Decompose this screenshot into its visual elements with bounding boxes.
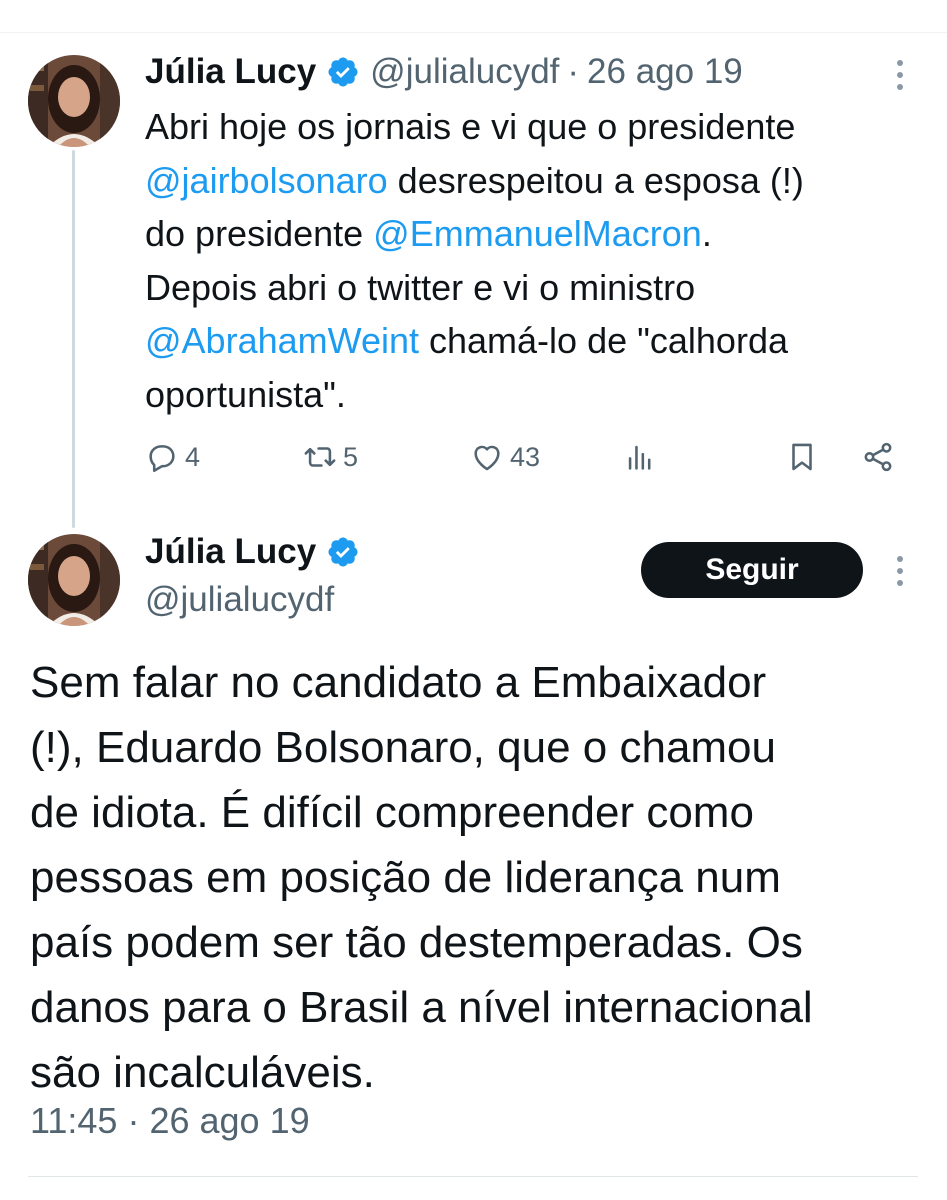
views-button[interactable] — [623, 440, 657, 474]
bookmark-icon — [792, 443, 812, 471]
reply-button[interactable]: 4 — [145, 440, 200, 474]
tweet2-header: Júlia Lucy — [145, 532, 360, 572]
author-name[interactable]: Júlia Lucy — [145, 52, 316, 92]
separator-dot: · — [127, 1100, 140, 1141]
top-divider — [0, 32, 947, 33]
share-icon — [864, 442, 892, 472]
tweet-text-line: Sem falar no candidato a Embaixador — [30, 658, 767, 707]
thread-connector-line — [72, 150, 75, 528]
separator-dot: · — [567, 52, 580, 91]
tweet-timestamp[interactable]: 11:45 · 26 ago 19 — [30, 1100, 310, 1142]
tweet-text-fragment: chamá-lo de "calhorda — [419, 320, 788, 361]
author-handle[interactable]: @julialucydf — [145, 580, 334, 620]
tweet-date[interactable]: 26 ago 19 — [587, 52, 743, 92]
retweet-count: 5 — [343, 441, 359, 472]
tweet-text-fragment: . — [701, 213, 712, 254]
tweet2-text: Sem falar no candidato a Embaixador (!),… — [30, 650, 920, 1105]
tweet-text-line: Abri hoje os jornais e vi que o presiden… — [145, 106, 796, 147]
like-count: 43 — [510, 441, 541, 472]
reply-count: 4 — [185, 441, 201, 472]
tweet1-text: Abri hoje os jornais e vi que o presiden… — [145, 100, 925, 421]
more-options-icon[interactable] — [890, 60, 910, 90]
avatar[interactable] — [28, 534, 120, 626]
author-handle[interactable]: @julialucydf — [370, 52, 559, 92]
tweet-text-line: @AbrahamWeint chamá-lo de "calhorda — [145, 314, 925, 368]
follow-button[interactable]: Seguir — [641, 542, 863, 598]
tweet-text-line: de idiota. É difícil compreender como — [30, 788, 754, 837]
tweet-text-line: do presidente @EmmanuelMacron. — [145, 207, 925, 261]
reply-icon — [149, 445, 175, 473]
tweet-text-line: país podem ser tão destemperadas. Os — [30, 918, 803, 967]
avatar[interactable] — [28, 55, 120, 147]
tweet-time: 11:45 — [30, 1100, 118, 1141]
tweet-text-line: são incalculáveis. — [30, 1048, 375, 1097]
tweet1-action-bar: 4 5 43 — [145, 440, 915, 484]
mention-link[interactable]: @AbrahamWeint — [145, 320, 419, 361]
tweet-text-line: Depois abri o twitter e vi o ministro — [145, 266, 696, 308]
bookmark-button[interactable] — [785, 440, 819, 474]
tweet-text-line: @jairbolsonaro desrespeitou a esposa (!) — [145, 154, 925, 208]
tweet1-header: Júlia Lucy @julialucydf · 26 ago 19 — [145, 52, 743, 92]
tweet-text-fragment: desrespeitou a esposa (!) — [387, 159, 804, 201]
more-options-icon[interactable] — [890, 556, 910, 586]
avatar-image — [28, 534, 120, 626]
tweet-text-fragment: do presidente — [145, 213, 374, 254]
verified-badge-icon — [326, 535, 360, 569]
tweet-text-line: oportunista". — [145, 373, 346, 415]
author-name[interactable]: Júlia Lucy — [145, 532, 316, 572]
mention-link[interactable]: @EmmanuelMacron — [373, 213, 702, 254]
views-icon — [628, 445, 651, 470]
bottom-divider — [28, 1176, 918, 1177]
share-button[interactable] — [861, 440, 895, 474]
tweet-text-line: danos para o Brasil a nível internaciona… — [30, 983, 813, 1032]
tweet-text-line: pessoas em posição de liderança num — [30, 853, 781, 902]
verified-badge-icon — [326, 55, 360, 89]
heart-icon — [474, 445, 500, 471]
avatar-image — [28, 55, 120, 147]
like-button[interactable]: 43 — [470, 440, 540, 474]
mention-link[interactable]: @jairbolsonaro — [145, 160, 388, 201]
retweet-icon — [304, 447, 336, 467]
retweet-button[interactable]: 5 — [303, 440, 358, 474]
tweet-text-line: (!), Eduardo Bolsonaro, que o chamou — [30, 723, 777, 772]
tweet-date: 26 ago 19 — [149, 1100, 310, 1141]
